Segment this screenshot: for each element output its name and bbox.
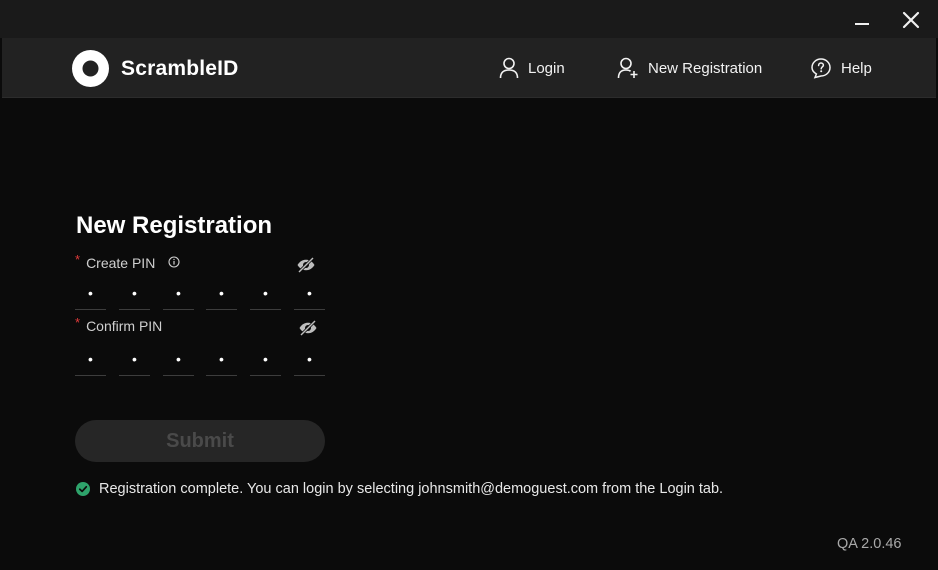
scrambleid-logo-icon	[72, 50, 109, 87]
create-pin-digit[interactable]: •	[294, 276, 325, 310]
nav-help-label: Help	[841, 59, 872, 77]
nav-new-registration-label: New Registration	[648, 59, 763, 77]
status-message-text: Registration complete. You can login by …	[99, 481, 724, 497]
required-mark: *	[75, 251, 81, 267]
submit-button[interactable]: Submit	[75, 420, 325, 462]
nav-help[interactable]: Help	[810, 57, 872, 79]
page-title: New Registration	[76, 212, 273, 239]
nav-login[interactable]: Login	[499, 57, 565, 79]
create-pin-digit[interactable]: •	[119, 276, 150, 310]
success-check-icon	[76, 482, 90, 496]
minimize-button[interactable]	[848, 6, 876, 34]
status-message: Registration complete. You can login by …	[76, 481, 723, 497]
confirm-pin-input[interactable]: • • • • • •	[75, 342, 327, 376]
hide-pin-eye-icon[interactable]	[298, 320, 318, 336]
confirm-pin-digit[interactable]: •	[294, 342, 325, 376]
create-pin-digit[interactable]: •	[250, 276, 281, 310]
user-icon	[499, 57, 519, 79]
close-button[interactable]	[897, 6, 925, 34]
nav-new-registration[interactable]: New Registration	[617, 57, 762, 79]
confirm-pin-digit[interactable]: •	[75, 342, 106, 376]
confirm-pin-label: * Confirm PIN	[75, 314, 163, 335]
app-header: ScrambleID Login New Registration Help	[2, 38, 936, 98]
create-pin-digit[interactable]: •	[163, 276, 194, 310]
create-pin-input[interactable]: • • • • • •	[75, 276, 327, 310]
help-icon	[811, 58, 831, 79]
brand-name: ScrambleID	[121, 56, 239, 80]
confirm-pin-digit[interactable]: •	[250, 342, 281, 376]
add-user-icon	[617, 57, 638, 79]
required-mark: *	[75, 314, 81, 330]
confirm-pin-label-text: Confirm PIN	[86, 318, 163, 334]
hide-pin-eye-icon[interactable]	[296, 257, 316, 273]
nav-login-label: Login	[528, 59, 565, 77]
minimize-icon	[855, 23, 869, 25]
confirm-pin-digit[interactable]: •	[119, 342, 150, 376]
create-pin-label-text: Create PIN	[86, 255, 156, 271]
info-icon[interactable]	[168, 256, 180, 268]
create-pin-digit[interactable]: •	[75, 276, 106, 310]
close-icon	[902, 11, 920, 29]
create-pin-digit[interactable]: •	[206, 276, 237, 310]
brand-logo: ScrambleID	[72, 50, 239, 87]
create-pin-label: * Create PIN	[75, 251, 180, 271]
title-bar	[0, 0, 938, 38]
version-label: QA 2.0.46	[837, 536, 902, 552]
confirm-pin-digit[interactable]: •	[163, 342, 194, 376]
confirm-pin-digit[interactable]: •	[206, 342, 237, 376]
